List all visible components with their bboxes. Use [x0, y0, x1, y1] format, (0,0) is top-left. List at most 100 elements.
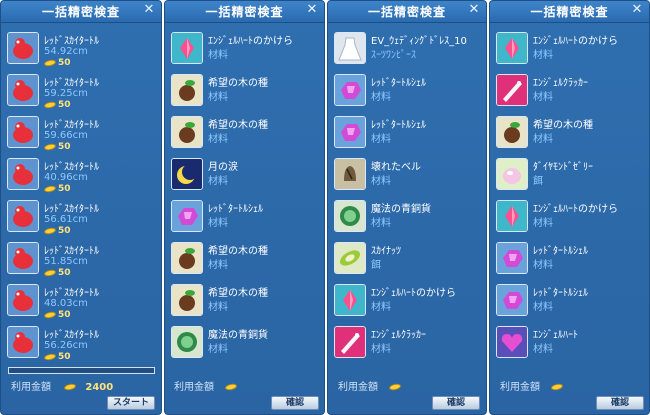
angel-heart-fragment-icon	[496, 200, 528, 232]
usage-row: 利用金額	[174, 378, 239, 393]
list-item[interactable]: ﾚｯﾄﾞｽｶｲﾀｰﾄﾙ 56.26cm 50	[7, 323, 155, 365]
list-item[interactable]: 魔法の青銅貨 材料	[334, 197, 482, 239]
item-type: 材料	[533, 218, 553, 229]
item-name: ﾚｯﾄﾞｽｶｲﾀｰﾄﾙ	[44, 120, 99, 131]
item-type: 材料	[208, 218, 228, 229]
close-icon[interactable]: ✕	[630, 3, 644, 17]
list-item[interactable]: ﾚｯﾄﾞﾀｰﾄﾙｼｪﾙ 材料	[171, 197, 319, 239]
list-item[interactable]: 魔法の青銅貨 材料	[171, 323, 319, 365]
red-sky-turtle-icon	[7, 326, 39, 358]
red-turtle-shell-icon	[171, 200, 203, 232]
hope-tree-seed-icon	[171, 116, 203, 148]
red-sky-turtle-icon	[7, 32, 39, 64]
item-name: ﾀﾞｲﾔﾓﾝﾄﾞｾﾞﾘｰ	[533, 162, 593, 173]
item-name: ｴﾝｼﾞｪﾙｸﾗｯｶｰ	[533, 78, 588, 89]
close-icon[interactable]: ✕	[467, 3, 481, 17]
confirm-button[interactable]: 確認	[432, 396, 480, 410]
item-size: 59.25cm	[44, 88, 88, 99]
item-type: 材料	[371, 218, 391, 229]
item-type: 餌	[533, 176, 543, 187]
close-icon[interactable]: ✕	[142, 3, 156, 17]
list-item[interactable]: ｽｶｲﾅｯﾂ 餌	[334, 239, 482, 281]
list-item[interactable]: ﾚｯﾄﾞｽｶｲﾀｰﾄﾙ 56.61cm 50	[7, 197, 155, 239]
list-item[interactable]: ﾚｯﾄﾞﾀｰﾄﾙｼｪﾙ 材料	[496, 239, 644, 281]
item-size: 56.26cm	[44, 340, 88, 351]
list-item[interactable]: 希望の木の種 材料	[171, 71, 319, 113]
item-name: 希望の木の種	[208, 78, 268, 89]
list-item[interactable]: ﾚｯﾄﾞｽｶｲﾀｰﾄﾙ 59.25cm 50	[7, 71, 155, 113]
list-item[interactable]: ﾚｯﾄﾞﾀｰﾄﾙｼｪﾙ 材料	[334, 113, 482, 155]
inspection-panel-4: 一括精密検査 ✕ ｴﾝｼﾞｪﾙﾊｰﾄのかけら 材料 ｴﾝｼﾞｪﾙｸﾗｯｶｰ 材料…	[489, 0, 650, 415]
panel-title: 一括精密検査	[490, 1, 649, 23]
close-icon[interactable]: ✕	[305, 3, 319, 17]
item-name: ｴﾝｼﾞｪﾙｸﾗｯｶｰ	[371, 330, 426, 341]
item-type: 材料	[208, 302, 228, 313]
coin-icon	[43, 310, 57, 319]
inspection-panel-1: 一括精密検査 ✕ ﾚｯﾄﾞｽｶｲﾀｰﾄﾙ 54.92cm 50 ﾚｯﾄﾞｽｶｲﾀ…	[0, 0, 162, 415]
list-item[interactable]: ﾚｯﾄﾞﾀｰﾄﾙｼｪﾙ 材料	[334, 71, 482, 113]
list-item[interactable]: 月の涙 材料	[171, 155, 319, 197]
usage-label: 利用金額	[500, 382, 540, 393]
magic-bronze-coin-icon	[171, 326, 203, 358]
list-item[interactable]: ｴﾝｼﾞｪﾙﾊｰﾄのかけら 材料	[334, 281, 482, 323]
usage-row: 利用金額 2400	[11, 378, 113, 393]
list-item[interactable]: ﾚｯﾄﾞﾀｰﾄﾙｼｪﾙ 材料	[496, 281, 644, 323]
coin-icon	[43, 100, 57, 109]
list-item[interactable]: ﾀﾞｲﾔﾓﾝﾄﾞｾﾞﾘｰ 餌	[496, 155, 644, 197]
list-item[interactable]: ｴﾝｼﾞｪﾙﾊｰﾄのかけら 材料	[496, 29, 644, 71]
red-sky-turtle-icon	[7, 116, 39, 148]
item-size: 56.61cm	[44, 214, 88, 225]
list-item[interactable]: ｴﾝｼﾞｪﾙｸﾗｯｶｰ 材料	[334, 323, 482, 365]
list-item[interactable]: ﾚｯﾄﾞｽｶｲﾀｰﾄﾙ 51.85cm 50	[7, 239, 155, 281]
item-name: ﾚｯﾄﾞｽｶｲﾀｰﾄﾙ	[44, 204, 99, 215]
coin-icon	[43, 142, 57, 151]
item-cost: 50	[43, 268, 71, 278]
coin-icon	[43, 184, 57, 193]
item-size: 59.66cm	[44, 130, 88, 141]
item-type: ｽｰﾂﾜﾝﾋﾟｰｽ	[371, 50, 416, 61]
item-size: 51.85cm	[44, 256, 88, 267]
item-name: ｴﾝｼﾞｪﾙﾊｰﾄのかけら	[371, 288, 456, 299]
list-item[interactable]: ｴﾝｼﾞｪﾙｸﾗｯｶｰ 材料	[496, 71, 644, 113]
list-item[interactable]: 希望の木の種 材料	[171, 281, 319, 323]
red-sky-turtle-icon	[7, 242, 39, 274]
coin-icon	[388, 382, 402, 392]
confirm-button[interactable]: 確認	[596, 396, 644, 410]
list-item[interactable]: 壊れたベル 材料	[334, 155, 482, 197]
list-item[interactable]: 希望の木の種 材料	[496, 113, 644, 155]
list-item[interactable]: ﾚｯﾄﾞｽｶｲﾀｰﾄﾙ 48.03cm 50	[7, 281, 155, 323]
red-sky-turtle-icon	[7, 284, 39, 316]
item-type: 材料	[533, 92, 553, 103]
list-item[interactable]: EV_ｳｪﾃﾞｨﾝｸﾞﾄﾞﾚｽ_10 ｽｰﾂﾜﾝﾋﾟｰｽ	[334, 29, 482, 71]
item-cost-value: 50	[58, 310, 71, 320]
item-name: 希望の木の種	[208, 120, 268, 131]
list-item[interactable]: ｴﾝｼﾞｪﾙﾊｰﾄ 材料	[496, 323, 644, 365]
list-item[interactable]: 希望の木の種 材料	[171, 239, 319, 281]
item-cost-value: 50	[58, 352, 71, 362]
list-item[interactable]: 希望の木の種 材料	[171, 113, 319, 155]
item-name: ﾚｯﾄﾞｽｶｲﾀｰﾄﾙ	[44, 246, 99, 257]
item-name: 希望の木の種	[208, 246, 268, 257]
inspection-panel-3: 一括精密検査 ✕ EV_ｳｪﾃﾞｨﾝｸﾞﾄﾞﾚｽ_10 ｽｰﾂﾜﾝﾋﾟｰｽ ﾚｯ…	[327, 0, 487, 415]
item-type: 餌	[371, 260, 381, 271]
item-name: ﾚｯﾄﾞｽｶｲﾀｰﾄﾙ	[44, 36, 99, 47]
item-type: 材料	[533, 50, 553, 61]
item-type: 材料	[208, 134, 228, 145]
list-item[interactable]: ﾚｯﾄﾞｽｶｲﾀｰﾄﾙ 59.66cm 50	[7, 113, 155, 155]
confirm-button[interactable]: 確認	[271, 396, 319, 410]
start-button[interactable]: スタート	[107, 396, 155, 410]
list-item[interactable]: ﾚｯﾄﾞｽｶｲﾀｰﾄﾙ 54.92cm 50	[7, 29, 155, 71]
item-size: 48.03cm	[44, 298, 88, 309]
hope-tree-seed-icon	[171, 284, 203, 316]
panel-title: 一括精密検査	[165, 1, 324, 23]
item-name: ﾚｯﾄﾞｽｶｲﾀｰﾄﾙ	[44, 78, 99, 89]
item-name: ｽｶｲﾅｯﾂ	[371, 246, 401, 257]
list-item[interactable]: ｴﾝｼﾞｪﾙﾊｰﾄのかけら 材料	[496, 197, 644, 239]
list-item[interactable]: ｴﾝｼﾞｪﾙﾊｰﾄのかけら 材料	[171, 29, 319, 71]
progress-bar	[8, 367, 155, 374]
item-cost: 50	[43, 226, 71, 236]
red-sky-turtle-icon	[7, 74, 39, 106]
angel-heart-icon	[496, 326, 528, 358]
coin-icon	[550, 382, 564, 392]
list-item[interactable]: ﾚｯﾄﾞｽｶｲﾀｰﾄﾙ 40.96cm 50	[7, 155, 155, 197]
